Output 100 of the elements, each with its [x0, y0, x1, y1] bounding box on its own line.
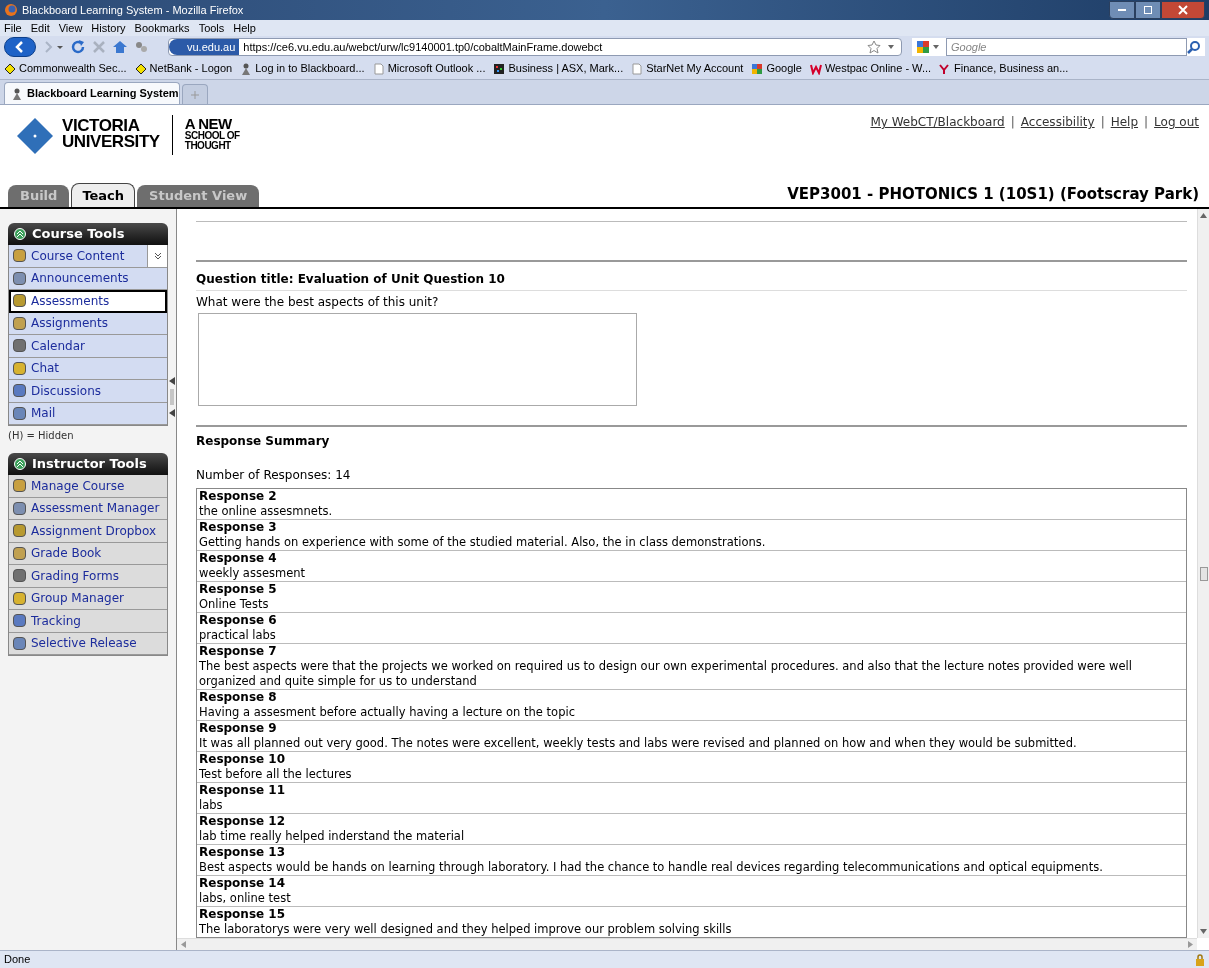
bookmark-link[interactable]: Business | ASX, Mark...: [508, 60, 624, 77]
nav-tab[interactable]: Teach: [71, 183, 136, 207]
addon-icon[interactable]: [134, 40, 148, 54]
link-separator: |: [1144, 114, 1149, 131]
search-icon[interactable]: [1187, 40, 1201, 54]
reload-icon[interactable]: [70, 39, 86, 55]
response-text: Best aspects would be hands on learning through laboratory. I had the chance to handle real devices regarding telecommunications and optical equipments.: [199, 860, 1104, 875]
tool-icon: [13, 591, 26, 605]
panel-title: Course Tools: [32, 225, 125, 244]
response-text: lab time really helped inderstand the material: [199, 829, 466, 844]
scroll-up-icon[interactable]: [1200, 213, 1207, 218]
bookmark-link[interactable]: Microsoft Outlook ...: [387, 60, 486, 77]
university-logo-icon: [16, 117, 54, 155]
link-separator: |: [1100, 114, 1105, 131]
tool-icon: [13, 501, 26, 515]
star-icon[interactable]: [867, 40, 881, 54]
browser-tab[interactable]: Blackboard Learning System: [4, 82, 180, 104]
header-link[interactable]: Help: [1110, 113, 1139, 131]
collapse-icon[interactable]: [14, 458, 26, 470]
tool-icon: [13, 271, 26, 285]
tool-icon: [13, 361, 26, 375]
response-title: Response 14: [199, 876, 287, 891]
sidebar-item[interactable]: Chat: [9, 357, 167, 380]
person-icon: [11, 87, 23, 100]
question-title: Question title: Evaluation of Unit Question 10: [196, 272, 505, 287]
vertical-scrollbar[interactable]: [1197, 209, 1209, 938]
header-link[interactable]: My WebCT/Blackboard: [870, 113, 1005, 131]
header-link[interactable]: Log out: [1154, 113, 1199, 131]
response-count: Number of Responses: 14: [196, 467, 352, 484]
response-title: Response 13: [199, 845, 287, 860]
collapse-icon[interactable]: [14, 228, 26, 240]
sidebar-item[interactable]: Grading Forms: [9, 565, 167, 588]
course-title: VEP3001 - PHOTONICS 1 (10S1) (Footscray Park): [787, 183, 1199, 205]
sidebar-item[interactable]: Assignment Dropbox: [9, 520, 167, 543]
y-mark-icon: [939, 62, 952, 75]
sidebar-item[interactable]: Calendar: [9, 335, 167, 358]
tool-icon: [13, 316, 26, 330]
collapse-handle[interactable]: [169, 377, 175, 417]
bookmark-link[interactable]: Westpac Online - W...: [824, 60, 932, 77]
expand-button[interactable]: [147, 245, 167, 267]
sidebar-item[interactable]: Course Content: [9, 245, 167, 268]
tool-icon: [13, 294, 26, 308]
address-bar[interactable]: vu.edu.au https://ce6.vu.edu.au/webct/urw/lc9140001.tp0/cobaltMainFrame.dowebct: [168, 38, 902, 56]
response-text: Getting hands on experience with some of the studied material. Also, the in class demonstrations.: [199, 535, 767, 550]
response-title: Response 11: [199, 783, 287, 798]
header-link[interactable]: Accessibility: [1020, 113, 1095, 131]
home-icon[interactable]: [112, 40, 128, 54]
sidebar-item[interactable]: Selective Release: [9, 632, 167, 655]
squares-icon: [751, 62, 764, 75]
section-heading: Response Summary: [196, 434, 330, 448]
search-field[interactable]: Google: [946, 38, 1187, 56]
response-text: the online assesmnets.: [199, 504, 334, 519]
sidebar-item[interactable]: Mail: [9, 402, 167, 425]
response-title: Response 12: [199, 814, 287, 829]
back-button[interactable]: [4, 37, 36, 57]
scroll-down-icon[interactable]: [1200, 929, 1207, 934]
menu-item[interactable]: Bookmarks: [134, 19, 190, 37]
response-title: Response 3: [199, 520, 278, 535]
question-text: What were the best aspects of this unit?: [196, 294, 440, 312]
bookmark-link[interactable]: Commonwealth Sec...: [19, 60, 127, 77]
sidebar-item[interactable]: Assessment Manager: [9, 497, 167, 520]
menu-item[interactable]: History: [91, 19, 126, 37]
tool-icon: [13, 406, 26, 420]
dropdown-caret-icon[interactable]: [885, 43, 897, 51]
tool-icon: [13, 636, 26, 650]
sidebar-item[interactable]: Assessments: [9, 290, 167, 313]
bookmark-link[interactable]: Google: [766, 60, 802, 77]
scroll-thumb[interactable]: [1199, 566, 1208, 581]
response-text: weekly assesment: [199, 566, 307, 581]
chevron-up-icon: [16, 230, 24, 238]
sidebar-item[interactable]: Assignments: [9, 312, 167, 335]
tool-icon: [13, 546, 26, 560]
menu-item[interactable]: Help: [233, 19, 256, 37]
bookmark-link[interactable]: Log in to Blackboard...: [255, 60, 365, 77]
sidebar-item[interactable]: Group Manager: [9, 587, 167, 610]
menu-item[interactable]: View: [58, 19, 83, 37]
site-identity-badge[interactable]: vu.edu.au: [169, 39, 240, 55]
plus-icon: [191, 90, 199, 99]
close-icon: [1178, 5, 1188, 15]
w-mark-icon: [809, 62, 822, 75]
minimize-button[interactable]: [1109, 1, 1135, 19]
response-title: Response 10: [199, 752, 287, 767]
menu-item[interactable]: Edit: [30, 19, 50, 37]
menu-item[interactable]: File: [4, 19, 22, 37]
sidebar-item[interactable]: Tracking: [9, 610, 167, 633]
response-title: Response 9: [199, 721, 278, 736]
bookmark-link[interactable]: NetBank - Logon: [149, 60, 233, 77]
menu-item[interactable]: Tools: [198, 19, 225, 37]
response-title: Response 5: [199, 582, 278, 597]
bookmark-link[interactable]: StarNet My Account: [646, 60, 744, 77]
sidebar-item[interactable]: Discussions: [9, 380, 167, 403]
response-text: labs: [199, 798, 224, 813]
close-button[interactable]: [1161, 1, 1205, 19]
maximize-button[interactable]: [1135, 1, 1161, 19]
sidebar-item[interactable]: Announcements: [9, 267, 167, 290]
page-icon: [631, 62, 644, 75]
sidebar-item[interactable]: Manage Course: [9, 475, 167, 498]
bookmark-link[interactable]: Finance, Business an...: [954, 60, 1069, 77]
sidebar-item[interactable]: Grade Book: [9, 542, 167, 565]
tool-icon: [13, 249, 26, 263]
